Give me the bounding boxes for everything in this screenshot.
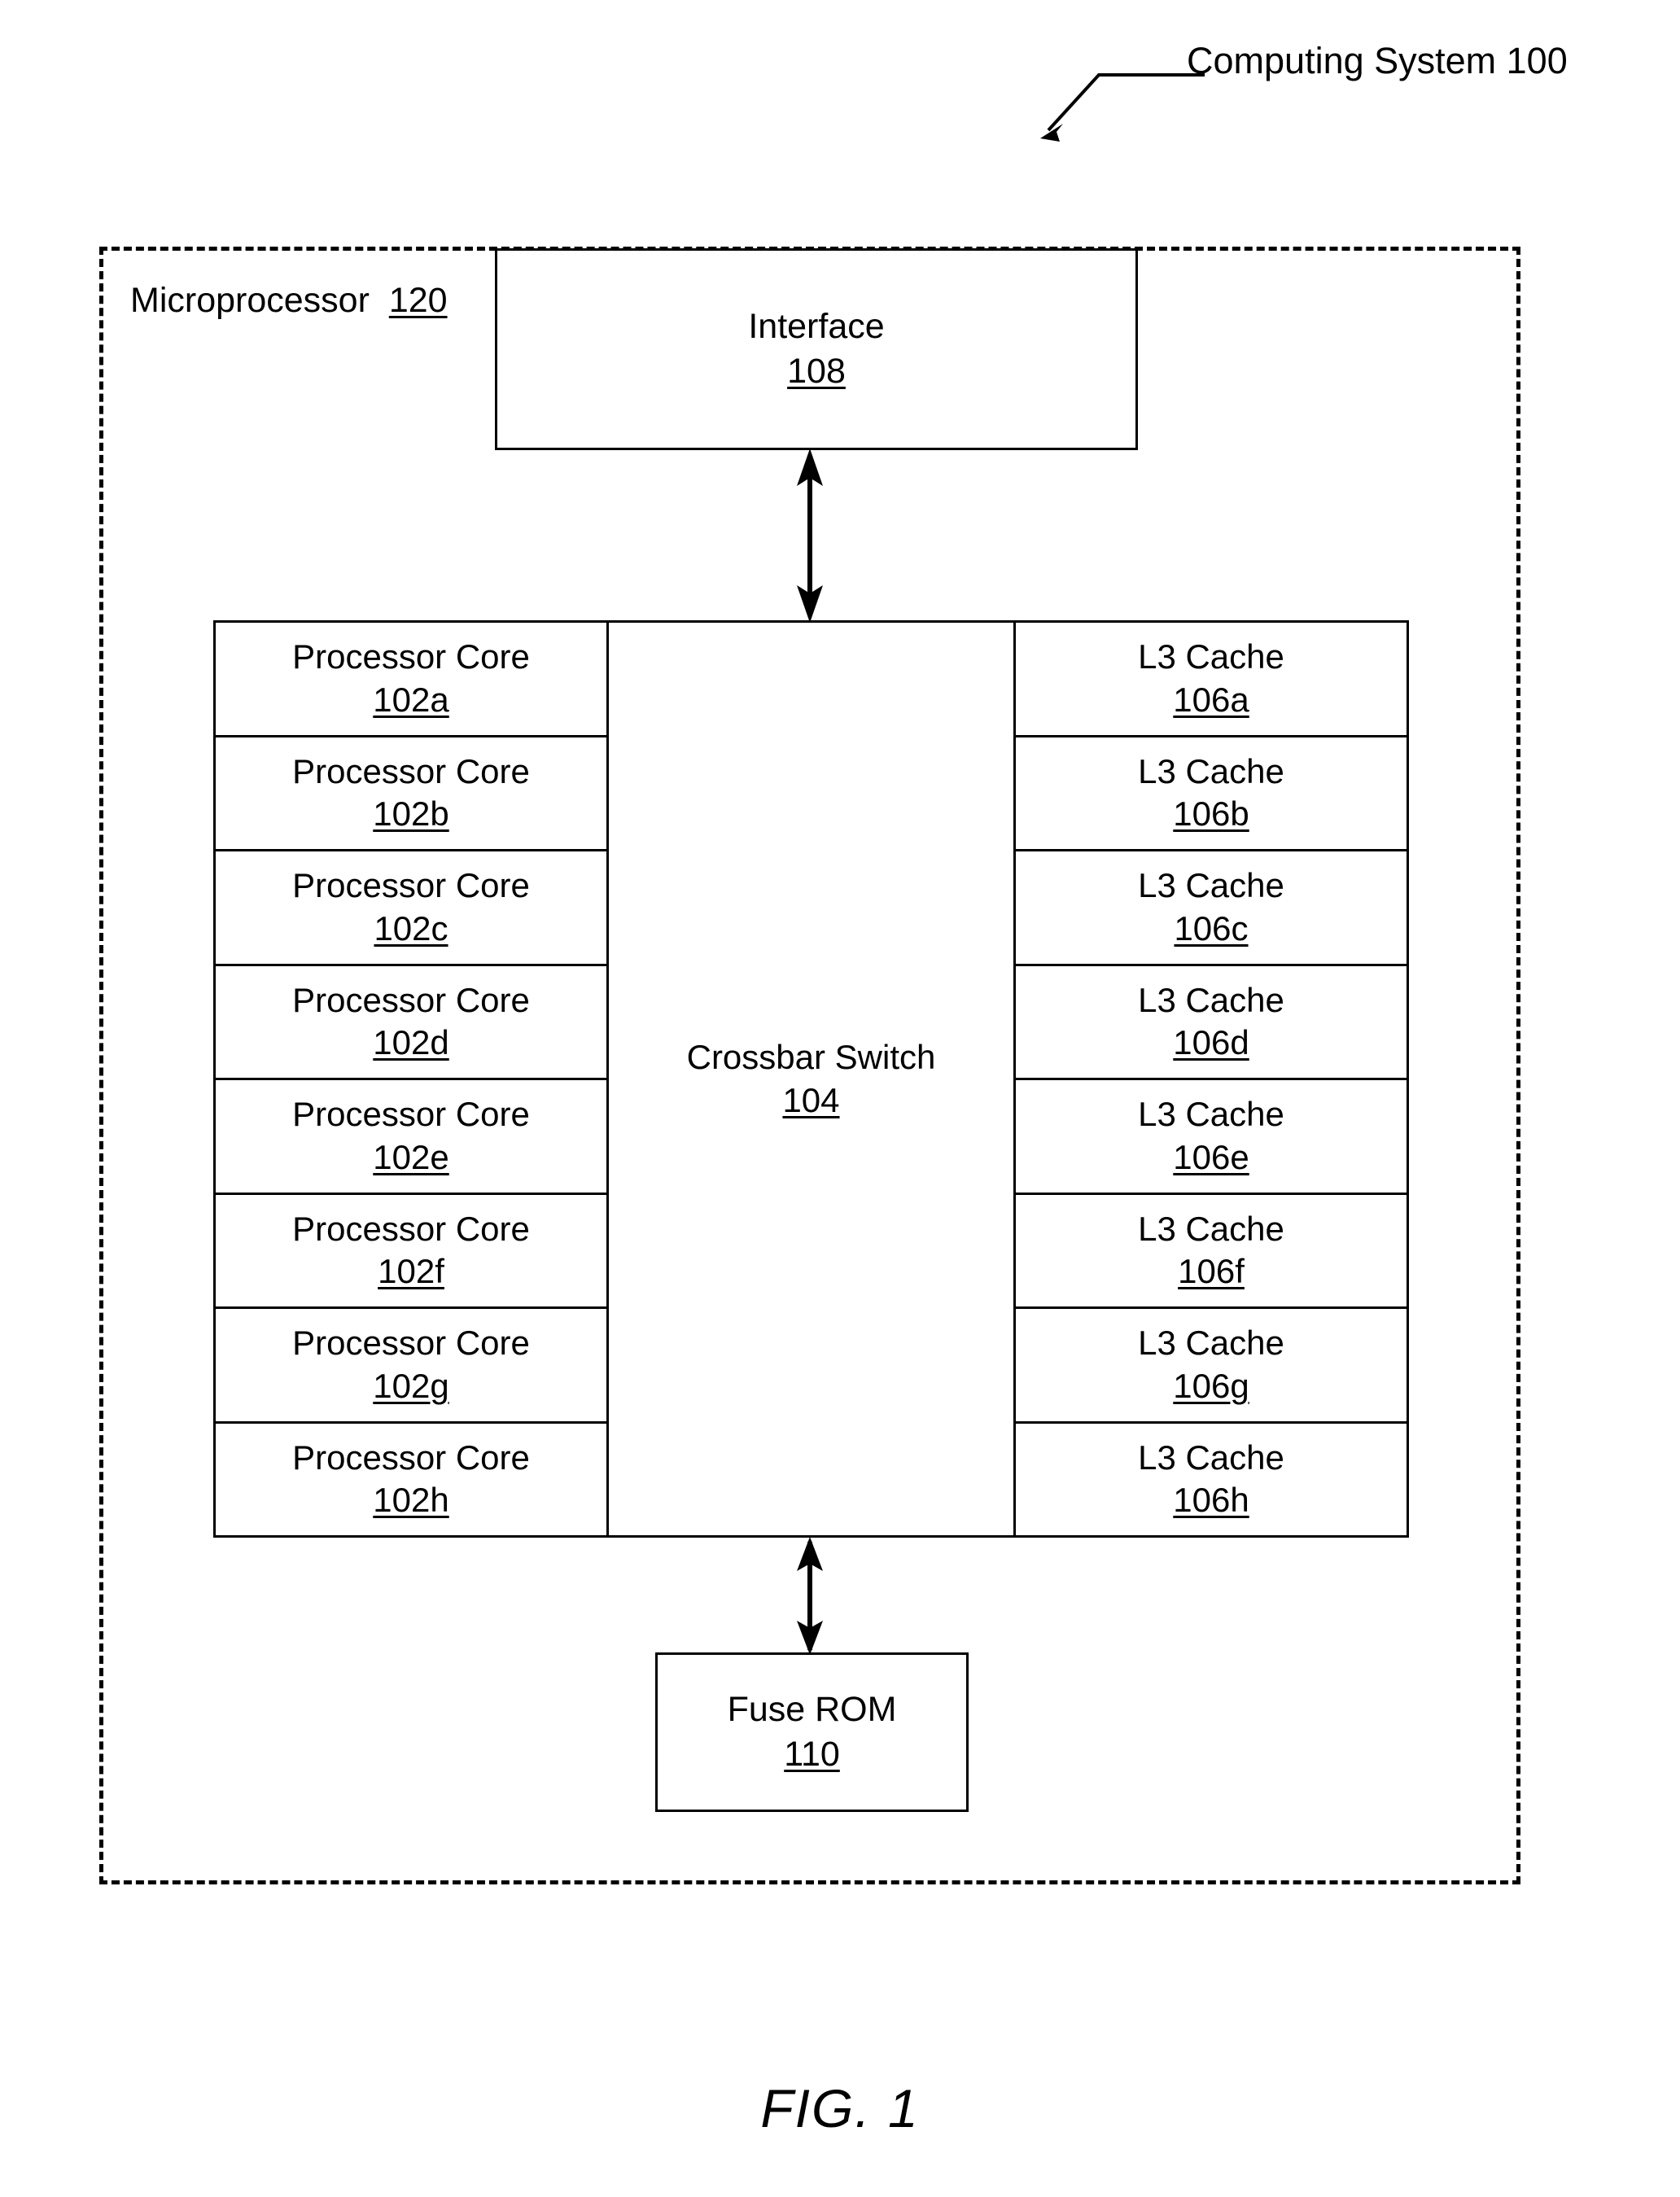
processor-core-cell: Processor Core 102f bbox=[216, 1195, 606, 1309]
crossbar-switch-block: Crossbar Switch 104 bbox=[609, 623, 1013, 1535]
l3-cache-title: L3 Cache bbox=[1138, 1095, 1284, 1134]
processor-core-cell: Processor Core 102e bbox=[216, 1080, 606, 1195]
processor-core-cell: Processor Core 102c bbox=[216, 851, 606, 966]
l3-cache-cell: L3 Cache 106h bbox=[1016, 1424, 1407, 1536]
processor-core-title: Processor Core bbox=[292, 751, 530, 790]
processor-core-ref: 102a bbox=[373, 680, 449, 719]
fuse-rom-block: Fuse ROM 110 bbox=[655, 1652, 969, 1812]
processor-core-cell: Processor Core 102b bbox=[216, 737, 606, 851]
l3-cache-cell: L3 Cache 106f bbox=[1016, 1195, 1407, 1309]
processor-core-title: Processor Core bbox=[292, 1209, 530, 1248]
processor-core-ref: 102c bbox=[374, 908, 448, 948]
processor-core-column: Processor Core 102a Processor Core 102b … bbox=[216, 623, 609, 1535]
l3-cache-title: L3 Cache bbox=[1138, 637, 1284, 676]
processor-core-ref: 102b bbox=[373, 794, 449, 834]
l3-cache-cell: L3 Cache 106d bbox=[1016, 966, 1407, 1080]
interface-ref: 108 bbox=[787, 352, 846, 391]
interface-to-crossbar-arrow bbox=[797, 449, 823, 623]
l3-cache-title: L3 Cache bbox=[1138, 980, 1284, 1019]
crossbar-switch-ref: 104 bbox=[782, 1080, 840, 1119]
processor-core-ref: 102h bbox=[373, 1481, 449, 1520]
processor-core-cell: Processor Core 102g bbox=[216, 1309, 606, 1424]
processor-core-cell: Processor Core 102h bbox=[216, 1424, 606, 1536]
fuse-rom-title: Fuse ROM bbox=[727, 1689, 897, 1729]
processor-core-title: Processor Core bbox=[292, 1324, 530, 1363]
processor-core-title: Processor Core bbox=[292, 1095, 530, 1134]
l3-cache-ref: 106h bbox=[1173, 1481, 1249, 1520]
l3-cache-title: L3 Cache bbox=[1138, 866, 1284, 905]
l3-cache-ref: 106a bbox=[1173, 680, 1249, 719]
l3-cache-ref: 106f bbox=[1178, 1252, 1245, 1291]
microprocessor-label: Microprocessor 120 bbox=[130, 283, 448, 318]
processor-core-title: Processor Core bbox=[292, 866, 530, 905]
l3-cache-ref: 106e bbox=[1173, 1137, 1249, 1176]
l3-cache-ref: 106c bbox=[1174, 908, 1249, 948]
l3-cache-title: L3 Cache bbox=[1138, 1324, 1284, 1363]
processor-core-ref: 102e bbox=[373, 1137, 449, 1176]
processor-core-cell: Processor Core 102d bbox=[216, 966, 606, 1080]
crossbar-to-fuse-rom-arrow bbox=[797, 1537, 823, 1655]
l3-cache-ref: 106b bbox=[1173, 794, 1249, 834]
l3-cache-cell: L3 Cache 106g bbox=[1016, 1309, 1407, 1424]
processor-core-title: Processor Core bbox=[292, 637, 530, 676]
core-crossbar-cache-grid: Processor Core 102a Processor Core 102b … bbox=[213, 620, 1409, 1538]
system-callout-label: Computing System 100 bbox=[1187, 40, 1568, 81]
interface-block: Interface 108 bbox=[495, 248, 1138, 450]
patent-figure-page: Computing System 100 Microprocessor 120 … bbox=[0, 0, 1680, 2197]
fuse-rom-ref: 110 bbox=[784, 1735, 840, 1774]
interface-title: Interface bbox=[748, 306, 885, 346]
l3-cache-cell: L3 Cache 106e bbox=[1016, 1080, 1407, 1195]
l3-cache-title: L3 Cache bbox=[1138, 751, 1284, 790]
l3-cache-cell: L3 Cache 106c bbox=[1016, 851, 1407, 966]
processor-core-title: Processor Core bbox=[292, 1438, 530, 1477]
l3-cache-title: L3 Cache bbox=[1138, 1438, 1284, 1477]
l3-cache-title: L3 Cache bbox=[1138, 1209, 1284, 1248]
l3-cache-ref: 106d bbox=[1173, 1023, 1249, 1062]
processor-core-ref: 102f bbox=[378, 1252, 444, 1291]
l3-cache-ref: 106g bbox=[1173, 1366, 1249, 1405]
l3-cache-cell: L3 Cache 106a bbox=[1016, 623, 1407, 737]
processor-core-cell: Processor Core 102a bbox=[216, 623, 606, 737]
microprocessor-label-text: Microprocessor bbox=[130, 281, 370, 320]
processor-core-ref: 102g bbox=[373, 1366, 449, 1405]
system-callout-leader-line bbox=[1040, 73, 1205, 142]
processor-core-ref: 102d bbox=[373, 1023, 449, 1062]
figure-caption: FIG. 1 bbox=[760, 2078, 920, 2138]
l3-cache-cell: L3 Cache 106b bbox=[1016, 737, 1407, 851]
l3-cache-column: L3 Cache 106a L3 Cache 106b L3 Cache 106… bbox=[1013, 623, 1407, 1535]
processor-core-title: Processor Core bbox=[292, 980, 530, 1019]
microprocessor-label-ref: 120 bbox=[388, 281, 448, 320]
crossbar-switch-title: Crossbar Switch bbox=[686, 1038, 936, 1076]
